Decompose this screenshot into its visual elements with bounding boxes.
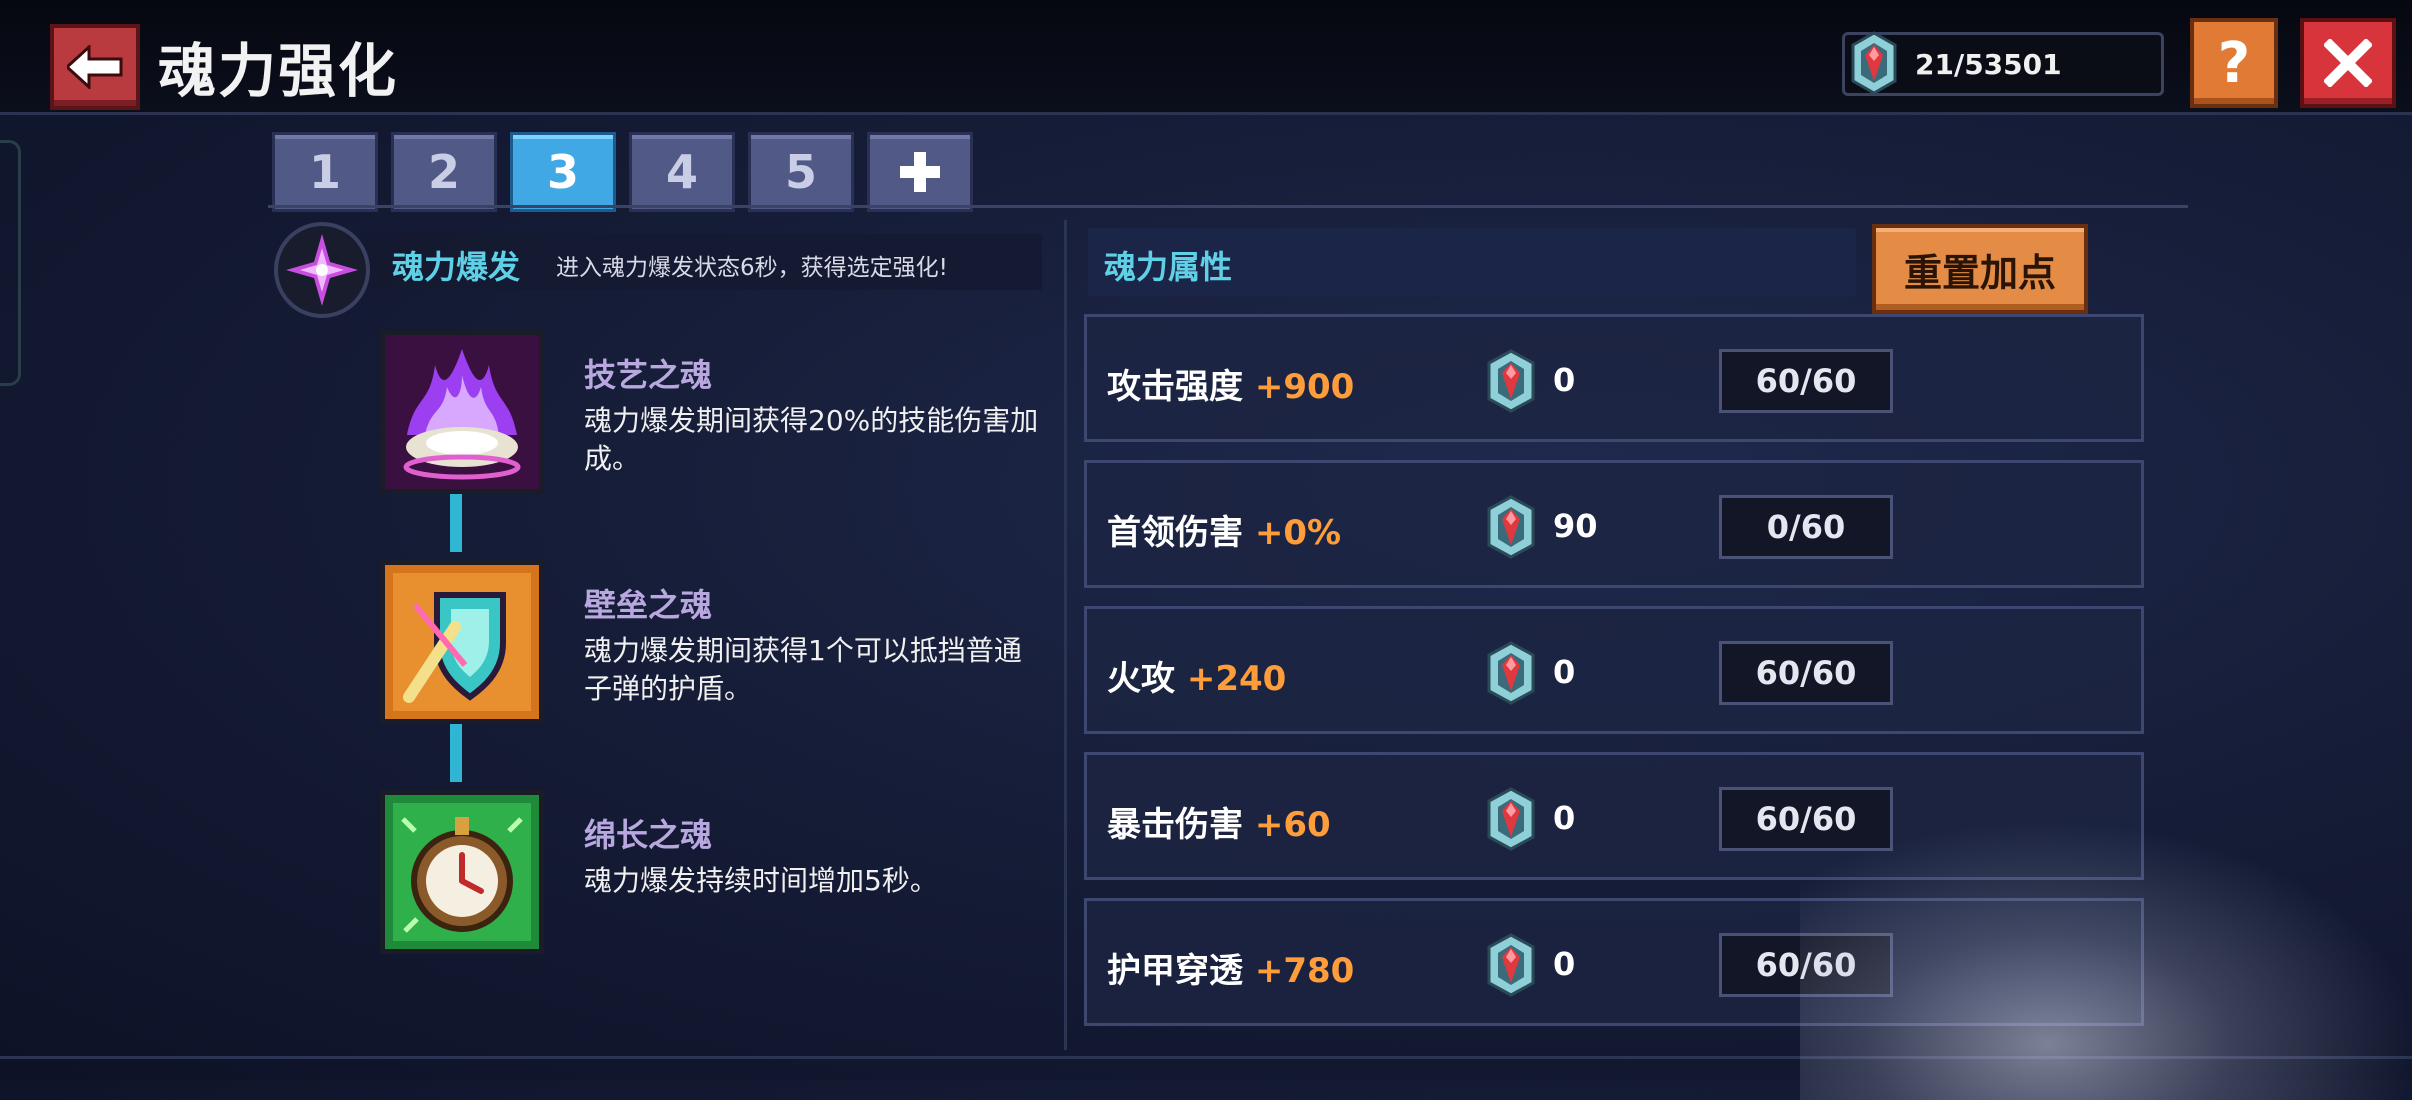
stat-row[interactable]: 首领伤害 +0% 90 0/60 <box>1084 460 2144 588</box>
pocket-watch-icon <box>385 795 539 949</box>
stat-bonus: +0% <box>1254 513 1342 553</box>
soul-burst-title: 魂力爆发 <box>392 248 521 286</box>
close-icon <box>2324 39 2372 87</box>
soul-burst-description: 进入魂力爆发状态6秒，获得选定强化! <box>556 255 948 281</box>
arrow-left-icon <box>67 45 123 89</box>
soul-gem-icon <box>1487 641 1535 705</box>
stat-name: 暴击伤害 <box>1107 805 1243 845</box>
preset-tabs: 1 2 3 4 5 <box>272 132 973 212</box>
stat-label: 首领伤害 +0% <box>1107 505 1341 554</box>
skill-description-2: 魂力爆发期间获得1个可以抵挡普通子弹的护盾。 <box>584 634 1022 705</box>
soul-burst-header: 魂力爆发 进入魂力爆发状态6秒，获得选定强化! <box>272 220 1042 318</box>
stat-label: 火攻 +240 <box>1107 651 1286 700</box>
stat-cost: 90 <box>1553 507 1598 545</box>
soul-gem-icon <box>1487 787 1535 851</box>
purple-flame-shell-icon <box>385 335 539 489</box>
stat-level: 0/60 <box>1719 495 1893 559</box>
shield-sword-icon <box>385 565 539 719</box>
skill-connector <box>450 492 462 552</box>
stat-cost: 0 <box>1553 799 1576 837</box>
stat-row[interactable]: 火攻 +240 0 60/60 <box>1084 606 2144 734</box>
skill-card-2[interactable] <box>380 560 544 724</box>
soul-gem-icon <box>1851 31 1897 95</box>
page-title: 魂力强化 <box>158 37 399 105</box>
stat-level: 60/60 <box>1719 933 1893 997</box>
top-bar: 魂力强化 21/53501 ? <box>0 0 2412 115</box>
soul-gem-icon <box>1487 495 1535 559</box>
help-button[interactable]: ? <box>2190 18 2278 108</box>
tab-5[interactable]: 5 <box>748 132 854 212</box>
skill-card-1[interactable] <box>380 330 544 494</box>
stat-level: 60/60 <box>1719 641 1893 705</box>
stat-label: 暴击伤害 +60 <box>1107 797 1331 846</box>
stat-name: 首领伤害 <box>1107 513 1243 553</box>
tab-3[interactable]: 3 <box>510 132 616 212</box>
soul-burst-icon <box>274 222 370 318</box>
stat-level: 60/60 <box>1719 349 1893 413</box>
stat-name: 火攻 <box>1107 659 1175 699</box>
skill-card-3[interactable] <box>380 790 544 954</box>
reset-points-button[interactable]: 重置加点 <box>1872 224 2088 314</box>
tab-4[interactable]: 4 <box>629 132 735 212</box>
tab-2[interactable]: 2 <box>391 132 497 212</box>
stat-row[interactable]: 攻击强度 +900 0 60/60 <box>1084 314 2144 442</box>
skill-name-1: 技艺之魂 <box>584 356 713 394</box>
stat-cost: 0 <box>1553 361 1576 399</box>
soul-gem-counter: 21/53501 <box>1842 31 2164 96</box>
skill-description-1: 魂力爆发期间获得20%的技能伤害加成。 <box>584 404 1039 475</box>
stat-row[interactable]: 护甲穿透 +780 0 60/60 <box>1084 898 2144 1026</box>
soul-gem-icon <box>1487 933 1535 997</box>
stat-bonus: +780 <box>1254 951 1355 991</box>
tab-divider <box>268 205 2188 208</box>
stat-name: 攻击强度 <box>1107 367 1243 407</box>
skill-name-2: 壁垒之魂 <box>584 586 713 624</box>
skill-connector <box>450 722 462 782</box>
back-button[interactable] <box>50 24 140 110</box>
skill-name-3: 绵长之魂 <box>584 816 713 854</box>
soul-gem-count: 21/53501 <box>1915 48 2062 81</box>
plus-icon <box>900 152 940 192</box>
stat-label: 攻击强度 +900 <box>1107 359 1354 408</box>
tab-1[interactable]: 1 <box>272 132 378 212</box>
panel-divider <box>1064 220 1067 1050</box>
stat-level: 60/60 <box>1719 787 1893 851</box>
bottom-divider <box>0 1056 2412 1059</box>
stat-bonus: +240 <box>1186 659 1287 699</box>
stat-cost: 0 <box>1553 945 1576 983</box>
stat-bonus: +900 <box>1254 367 1355 407</box>
stat-cost: 0 <box>1553 653 1576 691</box>
skill-description-3: 魂力爆发持续时间增加5秒。 <box>584 864 938 897</box>
question-icon: ? <box>2217 30 2251 96</box>
soul-gem-icon <box>1487 349 1535 413</box>
side-drawer-handle[interactable] <box>0 140 21 386</box>
stat-bonus: +60 <box>1254 805 1331 845</box>
attributes-title: 魂力属性 <box>1104 248 1233 286</box>
stat-row[interactable]: 暴击伤害 +60 0 60/60 <box>1084 752 2144 880</box>
close-button[interactable] <box>2300 18 2396 108</box>
stat-label: 护甲穿透 +780 <box>1107 943 1354 992</box>
stat-name: 护甲穿透 <box>1107 951 1243 991</box>
add-tab-button[interactable] <box>867 132 973 212</box>
